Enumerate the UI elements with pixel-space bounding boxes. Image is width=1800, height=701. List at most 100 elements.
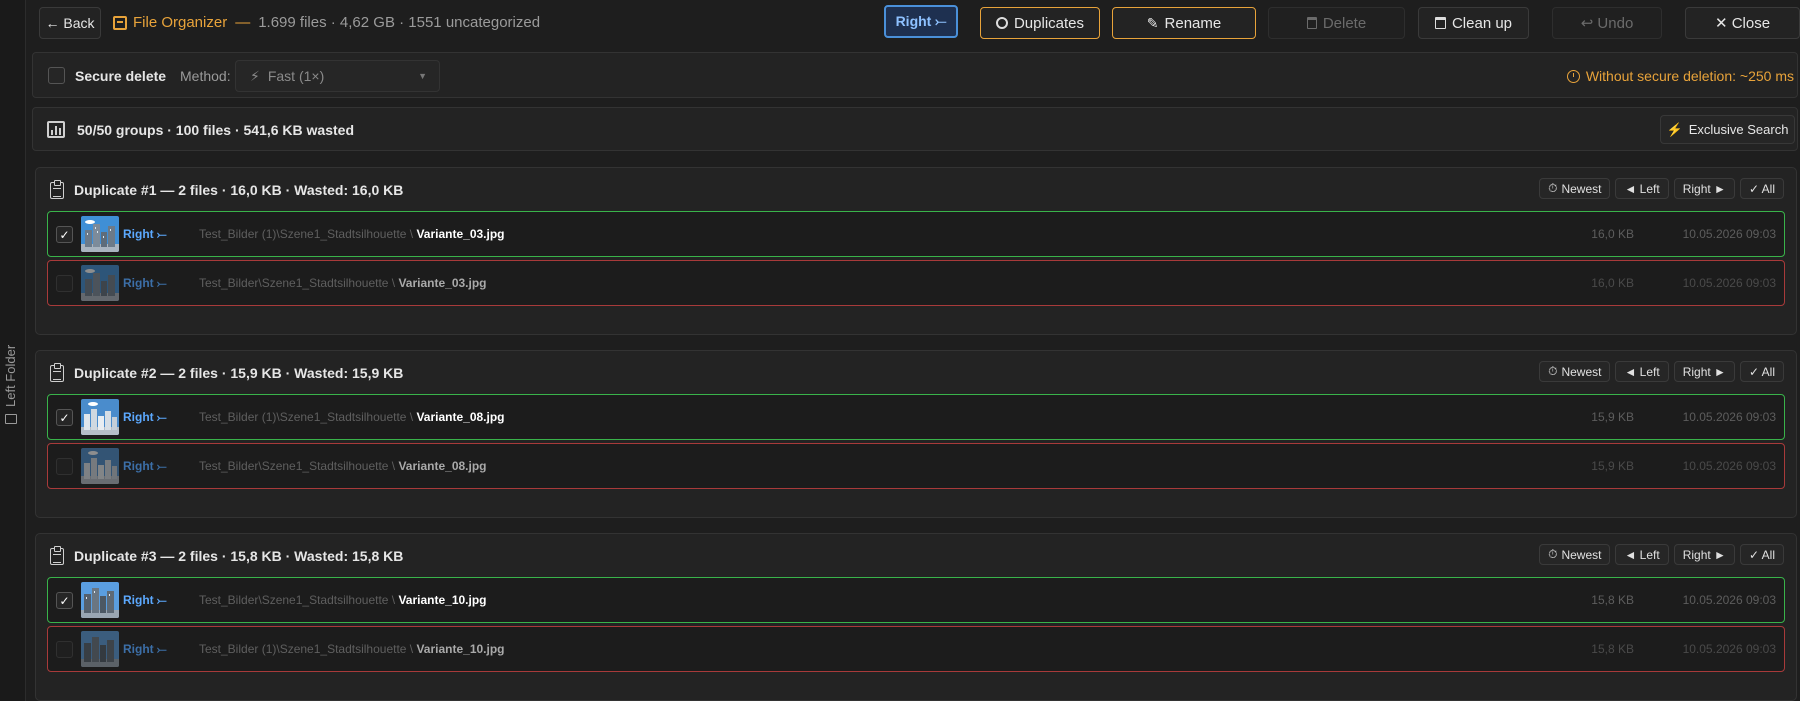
left-folder-strip[interactable]: Left Folder xyxy=(0,0,26,701)
delete-label: Delete xyxy=(1322,14,1367,32)
timer-icon xyxy=(1566,69,1580,83)
row-size: 16,0 KB xyxy=(1591,227,1634,241)
row-date: 10.05.2026 09:03 xyxy=(1682,459,1776,473)
file-row[interactable]: Right ⤚ Test_Bilder (1)\Szene1_Stadtsilh… xyxy=(47,626,1785,672)
skyline-thumbnail xyxy=(81,582,119,618)
row-path: Test_Bilder (1)\Szene1_Stadtsilhouette \… xyxy=(199,642,505,656)
row-path: Test_Bilder (1)\Szene1_Stadtsilhouette \… xyxy=(199,227,505,241)
row-side-label: Right ⤚ xyxy=(123,642,167,656)
row-date: 10.05.2026 09:03 xyxy=(1682,410,1776,424)
clock-icon: ⏱ xyxy=(1548,364,1558,378)
group-title: Duplicate #1 — 2 files · 16,0 KB · Waste… xyxy=(74,182,404,198)
keep-right-button[interactable]: Right ► xyxy=(1673,361,1735,382)
file-row[interactable]: ✓ Right ⤚ Test_Bilder (1)\Szene1_Stadtsi… xyxy=(47,394,1785,440)
duplicates-button[interactable]: Duplicates xyxy=(980,7,1100,39)
secure-delete-label: Secure delete xyxy=(75,68,167,84)
select-all-button[interactable]: ✓ All xyxy=(1739,544,1784,565)
exclusive-search-label: Exclusive Search xyxy=(1688,122,1789,137)
row-size: 15,8 KB xyxy=(1591,593,1634,607)
method-select[interactable]: ⚡ Fast (1×) ▼ xyxy=(235,60,440,92)
group-actions: ⏱ Newest ◄ Left Right ► ✓ All xyxy=(1539,361,1784,382)
library-stats: 1.699 files · 4,62 GB · 1551 uncategoriz… xyxy=(258,14,541,31)
row-size: 15,8 KB xyxy=(1591,642,1634,656)
right-side-toggle-button[interactable]: Right ⤚ xyxy=(884,5,958,38)
row-path: Test_Bilder (1)\Szene1_Stadtsilhouette \… xyxy=(199,410,505,424)
group-header: Duplicate #2 — 2 files · 15,9 KB · Waste… xyxy=(50,362,403,383)
row-checkbox[interactable]: ✓ xyxy=(56,226,73,243)
keep-newest-button[interactable]: ⏱ Newest xyxy=(1539,178,1611,199)
group-actions: ⏱ Newest ◄ Left Right ► ✓ All xyxy=(1539,178,1784,199)
cleanup-button[interactable]: Clean up xyxy=(1418,7,1529,39)
delete-button[interactable]: Delete xyxy=(1268,7,1405,39)
rename-button[interactable]: ✎ Rename xyxy=(1112,7,1256,39)
file-row[interactable]: ✓ Right ⤚ Test_Bilder (1)\Szene1_Stadtsi… xyxy=(47,211,1785,257)
row-dir: Test_Bilder\Szene1_Stadtsilhouette \ xyxy=(199,276,399,290)
row-dir: Test_Bilder (1)\Szene1_Stadtsilhouette \ xyxy=(199,410,417,424)
file-row[interactable]: Right ⤚ Test_Bilder\Szene1_Stadtsilhouet… xyxy=(47,443,1785,489)
row-filename: Variante_03.jpg xyxy=(416,227,505,241)
row-date: 10.05.2026 09:03 xyxy=(1682,642,1776,656)
clipboard-icon xyxy=(50,545,64,565)
row-checkbox[interactable]: ✓ xyxy=(56,409,73,426)
cleanup-label: Clean up xyxy=(1451,14,1513,32)
select-all-button[interactable]: ✓ All xyxy=(1739,361,1784,382)
newest-label: Newest xyxy=(1561,547,1602,562)
skyline-thumbnail xyxy=(81,265,119,301)
exclusive-search-button[interactable]: ⚡ Exclusive Search xyxy=(1660,115,1795,144)
undo-button[interactable]: ↩ Undo xyxy=(1552,7,1662,39)
back-button[interactable]: ← Back xyxy=(39,7,101,39)
row-path: Test_Bilder\Szene1_Stadtsilhouette \ Var… xyxy=(199,276,487,290)
group-header: Duplicate #1 — 2 files · 16,0 KB · Waste… xyxy=(50,179,404,200)
duplicate-group: Duplicate #2 — 2 files · 15,9 KB · Waste… xyxy=(35,350,1797,518)
row-dir: Test_Bilder\Szene1_Stadtsilhouette \ xyxy=(199,593,399,607)
row-filename: Variante_08.jpg xyxy=(398,459,487,473)
group-actions: ⏱ Newest ◄ Left Right ► ✓ All xyxy=(1539,544,1784,565)
close-button[interactable]: ✕ Close xyxy=(1685,7,1800,39)
keep-left-button[interactable]: ◄ Left xyxy=(1615,178,1669,199)
row-side-label: Right ⤚ xyxy=(123,459,167,473)
group-header: Duplicate #3 — 2 files · 15,8 KB · Waste… xyxy=(50,545,404,566)
main-panel: ← Back File Organizer — 1.699 files · 4,… xyxy=(27,0,1800,701)
newest-label: Newest xyxy=(1561,364,1602,379)
row-size: 16,0 KB xyxy=(1591,276,1634,290)
method-label: Method: xyxy=(180,68,231,84)
row-date: 10.05.2026 09:03 xyxy=(1682,593,1776,607)
file-row[interactable]: Right ⤚ Test_Bilder\Szene1_Stadtsilhouet… xyxy=(47,260,1785,306)
keep-left-button[interactable]: ◄ Left xyxy=(1615,361,1669,382)
trash-icon xyxy=(1306,17,1317,29)
left-folder-label[interactable]: Left Folder xyxy=(3,345,18,425)
select-all-button[interactable]: ✓ All xyxy=(1739,178,1784,199)
row-filename: Variante_03.jpg xyxy=(398,276,487,290)
file-row[interactable]: ✓ Right ⤚ Test_Bilder\Szene1_Stadtsilhou… xyxy=(47,577,1785,623)
row-side-label: Right ⤚ xyxy=(123,593,167,607)
row-checkbox[interactable]: ✓ xyxy=(56,592,73,609)
timing-hint: Without secure deletion: ~250 ms xyxy=(1566,68,1794,84)
method-value: Fast (1×) xyxy=(267,68,325,84)
row-filename: Variante_10.jpg xyxy=(398,593,487,607)
row-dir: Test_Bilder (1)\Szene1_Stadtsilhouette \ xyxy=(199,642,417,656)
row-date: 10.05.2026 09:03 xyxy=(1682,276,1776,290)
row-side-label: Right ⤚ xyxy=(123,276,167,290)
row-path: Test_Bilder\Szene1_Stadtsilhouette \ Var… xyxy=(199,593,487,607)
keep-left-button[interactable]: ◄ Left xyxy=(1615,544,1669,565)
pencil-icon: ✎ xyxy=(1146,14,1159,31)
duplicate-group: Duplicate #3 — 2 files · 15,8 KB · Waste… xyxy=(35,533,1797,701)
clock-icon: ⏱ xyxy=(1548,181,1558,195)
row-filename: Variante_10.jpg xyxy=(416,642,505,656)
secure-delete-checkbox[interactable] xyxy=(48,67,65,84)
keep-right-button[interactable]: Right ► xyxy=(1673,544,1735,565)
keep-newest-button[interactable]: ⏱ Newest xyxy=(1539,361,1611,382)
row-date: 10.05.2026 09:03 xyxy=(1682,227,1776,241)
row-dir: Test_Bilder (1)\Szene1_Stadtsilhouette \ xyxy=(199,227,417,241)
clock-icon: ⏱ xyxy=(1548,547,1558,561)
app-title: File Organizer — 1.699 files · 4,62 GB ·… xyxy=(113,14,540,31)
row-checkbox[interactable] xyxy=(56,641,73,658)
title-separator: — xyxy=(235,14,251,31)
keep-right-button[interactable]: Right ► xyxy=(1673,178,1735,199)
organizer-icon xyxy=(113,15,127,30)
group-title: Duplicate #3 — 2 files · 15,8 KB · Waste… xyxy=(74,548,404,564)
row-checkbox[interactable] xyxy=(56,458,73,475)
duplicate-group: Duplicate #1 — 2 files · 16,0 KB · Waste… xyxy=(35,167,1797,335)
row-checkbox[interactable] xyxy=(56,275,73,292)
keep-newest-button[interactable]: ⏱ Newest xyxy=(1539,544,1611,565)
